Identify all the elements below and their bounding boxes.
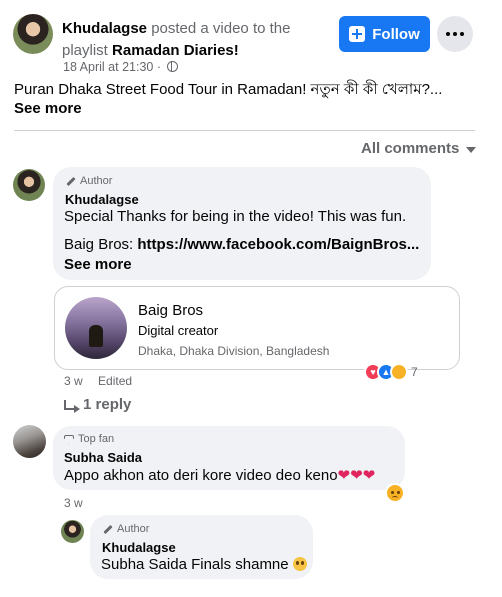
card-avatar [65,297,127,359]
caret-down-icon [466,146,477,153]
reply-avatar[interactable] [61,520,84,543]
comment-text: Subha Saida Finals shamne [101,556,289,573]
edited-label: Edited [98,374,133,388]
pen-icon [65,176,76,187]
reply-bubble: Author Khudalagse Subha Saida Finals sha… [90,515,313,579]
badge-label: Top fan [78,433,115,445]
comments-filter-dropdown[interactable]: All comments [361,140,477,157]
card-location: Dhaka, Dhaka Division, Bangladesh [138,344,330,358]
replies-label: 1 reply [83,396,132,413]
more-dots-icon [446,32,450,36]
reaction-summary[interactable]: ♥ ▲ 7 [364,363,418,381]
comment-link-row: Baig Bros: https://www.facebook.com/Baig… [64,235,419,255]
post-author-avatar[interactable] [13,14,53,54]
follow-plus-icon [349,26,366,42]
post-caption: Puran Dhaka Street Food Tour in Ramadan!… [14,81,443,98]
view-replies-link[interactable]: 1 reply [64,396,131,413]
post-see-more-link[interactable]: See more [14,100,82,117]
link-prefix: Baig Bros: [64,236,134,253]
author-badge: Author [102,523,149,535]
commenter-avatar[interactable] [13,169,45,201]
comment-meta: 3 w Edited [64,374,144,388]
badge-label: Author [117,523,150,535]
comment-link[interactable]: https://www.facebook.com/BaignBros... [137,236,419,253]
globe-icon [167,61,179,72]
comment-see-more-link[interactable]: See more [64,255,132,275]
comment-bubble: Author Khudalagse Special Thanks for bei… [53,167,431,280]
sad-reaction-icon[interactable] [385,483,405,503]
reaction-count: 7 [411,365,418,379]
card-role: Digital creator [138,323,219,338]
comment-text-row: Appo akhon ato deri kore video deo keno❤… [64,466,375,486]
commenter-avatar[interactable] [13,425,46,458]
profile-card[interactable]: Baig Bros Digital creator Dhaka, Dhaka D… [54,286,460,370]
top-fan-badge: Top fan [64,433,114,445]
comment-time[interactable]: 3 w [64,496,83,510]
pen-icon [102,524,113,535]
hearts-emoji: ❤❤❤ [337,467,376,484]
reply-arrow-icon [64,399,80,413]
post-header: Khudalagse posted a video to the playlis… [62,18,330,62]
gem-icon [64,434,74,444]
post-timestamp-row: 18 April at 21:30 · [63,60,179,74]
more-options-button[interactable] [437,16,473,52]
commenter-name[interactable]: Khudalagse [65,191,139,208]
card-name: Baig Bros [138,302,204,319]
playlist-link[interactable]: Ramadan Diaries! [112,42,239,59]
author-badge: Author [65,175,112,187]
comment-text: Special Thanks for being in the video! T… [64,208,407,225]
pleading-emoji-icon [292,557,307,571]
commenter-name[interactable]: Subha Saida [64,449,142,466]
post-author-name[interactable]: Khudalagse [62,20,147,37]
commenter-name[interactable]: Khudalagse [102,539,176,556]
comment-time[interactable]: 3 w [64,374,83,388]
comments-filter-label: All comments [361,140,460,157]
post-timestamp[interactable]: 18 April at 21:30 [63,60,153,74]
follow-label: Follow [372,25,420,43]
divider [14,130,475,131]
comment-text: Appo akhon ato deri kore video deo keno [64,467,338,484]
follow-button[interactable]: Follow [339,16,430,52]
haha-reaction-icon [390,363,408,381]
badge-label: Author [80,175,113,187]
reply-text-row: Subha Saida Finals shamne [101,555,307,575]
comment-bubble: Top fan Subha Saida Appo akhon ato deri … [53,426,405,490]
comment-meta: 3 w [64,496,95,510]
